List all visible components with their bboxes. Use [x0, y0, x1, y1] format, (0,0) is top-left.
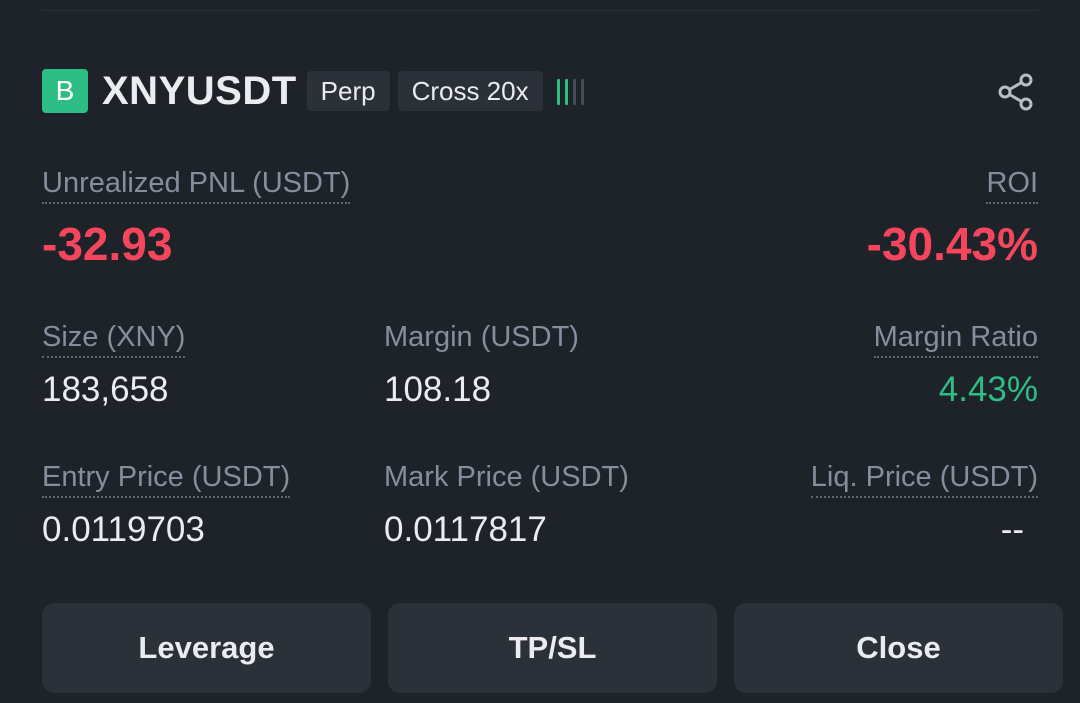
unrealized-pnl-value: -32.93 — [42, 218, 173, 270]
mark-price-label: Mark Price (USDT) — [384, 461, 629, 493]
liq-price-field: Liq. Price (USDT) -- — [810, 458, 1038, 552]
side-badge: B — [42, 69, 88, 113]
close-position-button[interactable]: Close — [734, 603, 1063, 693]
liq-price-label[interactable]: Liq. Price (USDT) — [810, 458, 1038, 498]
risk-level-indicator — [556, 77, 584, 105]
roi-value: -30.43% — [866, 218, 1038, 270]
roi-label[interactable]: ROI — [986, 164, 1038, 204]
mark-price-value: 0.0117817 — [384, 510, 547, 549]
share-icon — [998, 73, 1033, 111]
roi-field: ROI -30.43% — [867, 164, 1038, 272]
symbol-title[interactable]: XNYUSDT — [102, 69, 297, 114]
tpsl-button[interactable]: TP/SL — [388, 603, 717, 693]
share-button[interactable] — [994, 70, 1038, 114]
margin-ratio-label[interactable]: Margin Ratio — [873, 318, 1038, 358]
action-buttons: Leverage TP/SL Close — [42, 603, 1063, 693]
unrealized-pnl-label[interactable]: Unrealized PNL (USDT) — [42, 164, 351, 204]
entry-price-field: Entry Price (USDT) 0.0119703 — [42, 458, 291, 552]
margin-field: Margin (USDT) 108.18 — [384, 318, 579, 412]
size-field: Size (XNY) 183,658 — [42, 318, 186, 412]
liq-price-value: -- — [1000, 510, 1024, 549]
position-header: B XNYUSDT Perp Cross 20x — [42, 68, 1038, 114]
contract-type-tag: Perp — [306, 71, 390, 111]
risk-bar — [572, 79, 576, 105]
leverage-button[interactable]: Leverage — [42, 603, 371, 693]
margin-value: 108.18 — [384, 370, 492, 409]
risk-bar — [556, 79, 560, 105]
mark-price-field: Mark Price (USDT) 0.0117817 — [384, 458, 629, 552]
size-label[interactable]: Size (XNY) — [42, 318, 186, 358]
risk-bar — [564, 79, 568, 105]
margin-label: Margin (USDT) — [384, 321, 579, 353]
unrealized-pnl-field: Unrealized PNL (USDT) -32.93 — [42, 164, 351, 272]
margin-mode-tag[interactable]: Cross 20x — [397, 71, 543, 111]
risk-bar — [580, 79, 584, 105]
entry-price-value: 0.0119703 — [42, 510, 205, 549]
entry-price-label[interactable]: Entry Price (USDT) — [42, 458, 291, 498]
position-card: B XNYUSDT Perp Cross 20x Unrealized PNL … — [0, 0, 1080, 703]
size-value: 183,658 — [42, 370, 169, 409]
top-divider — [42, 10, 1038, 11]
margin-ratio-field: Margin Ratio 4.43% — [873, 318, 1038, 412]
margin-ratio-value: 4.43% — [938, 370, 1038, 409]
